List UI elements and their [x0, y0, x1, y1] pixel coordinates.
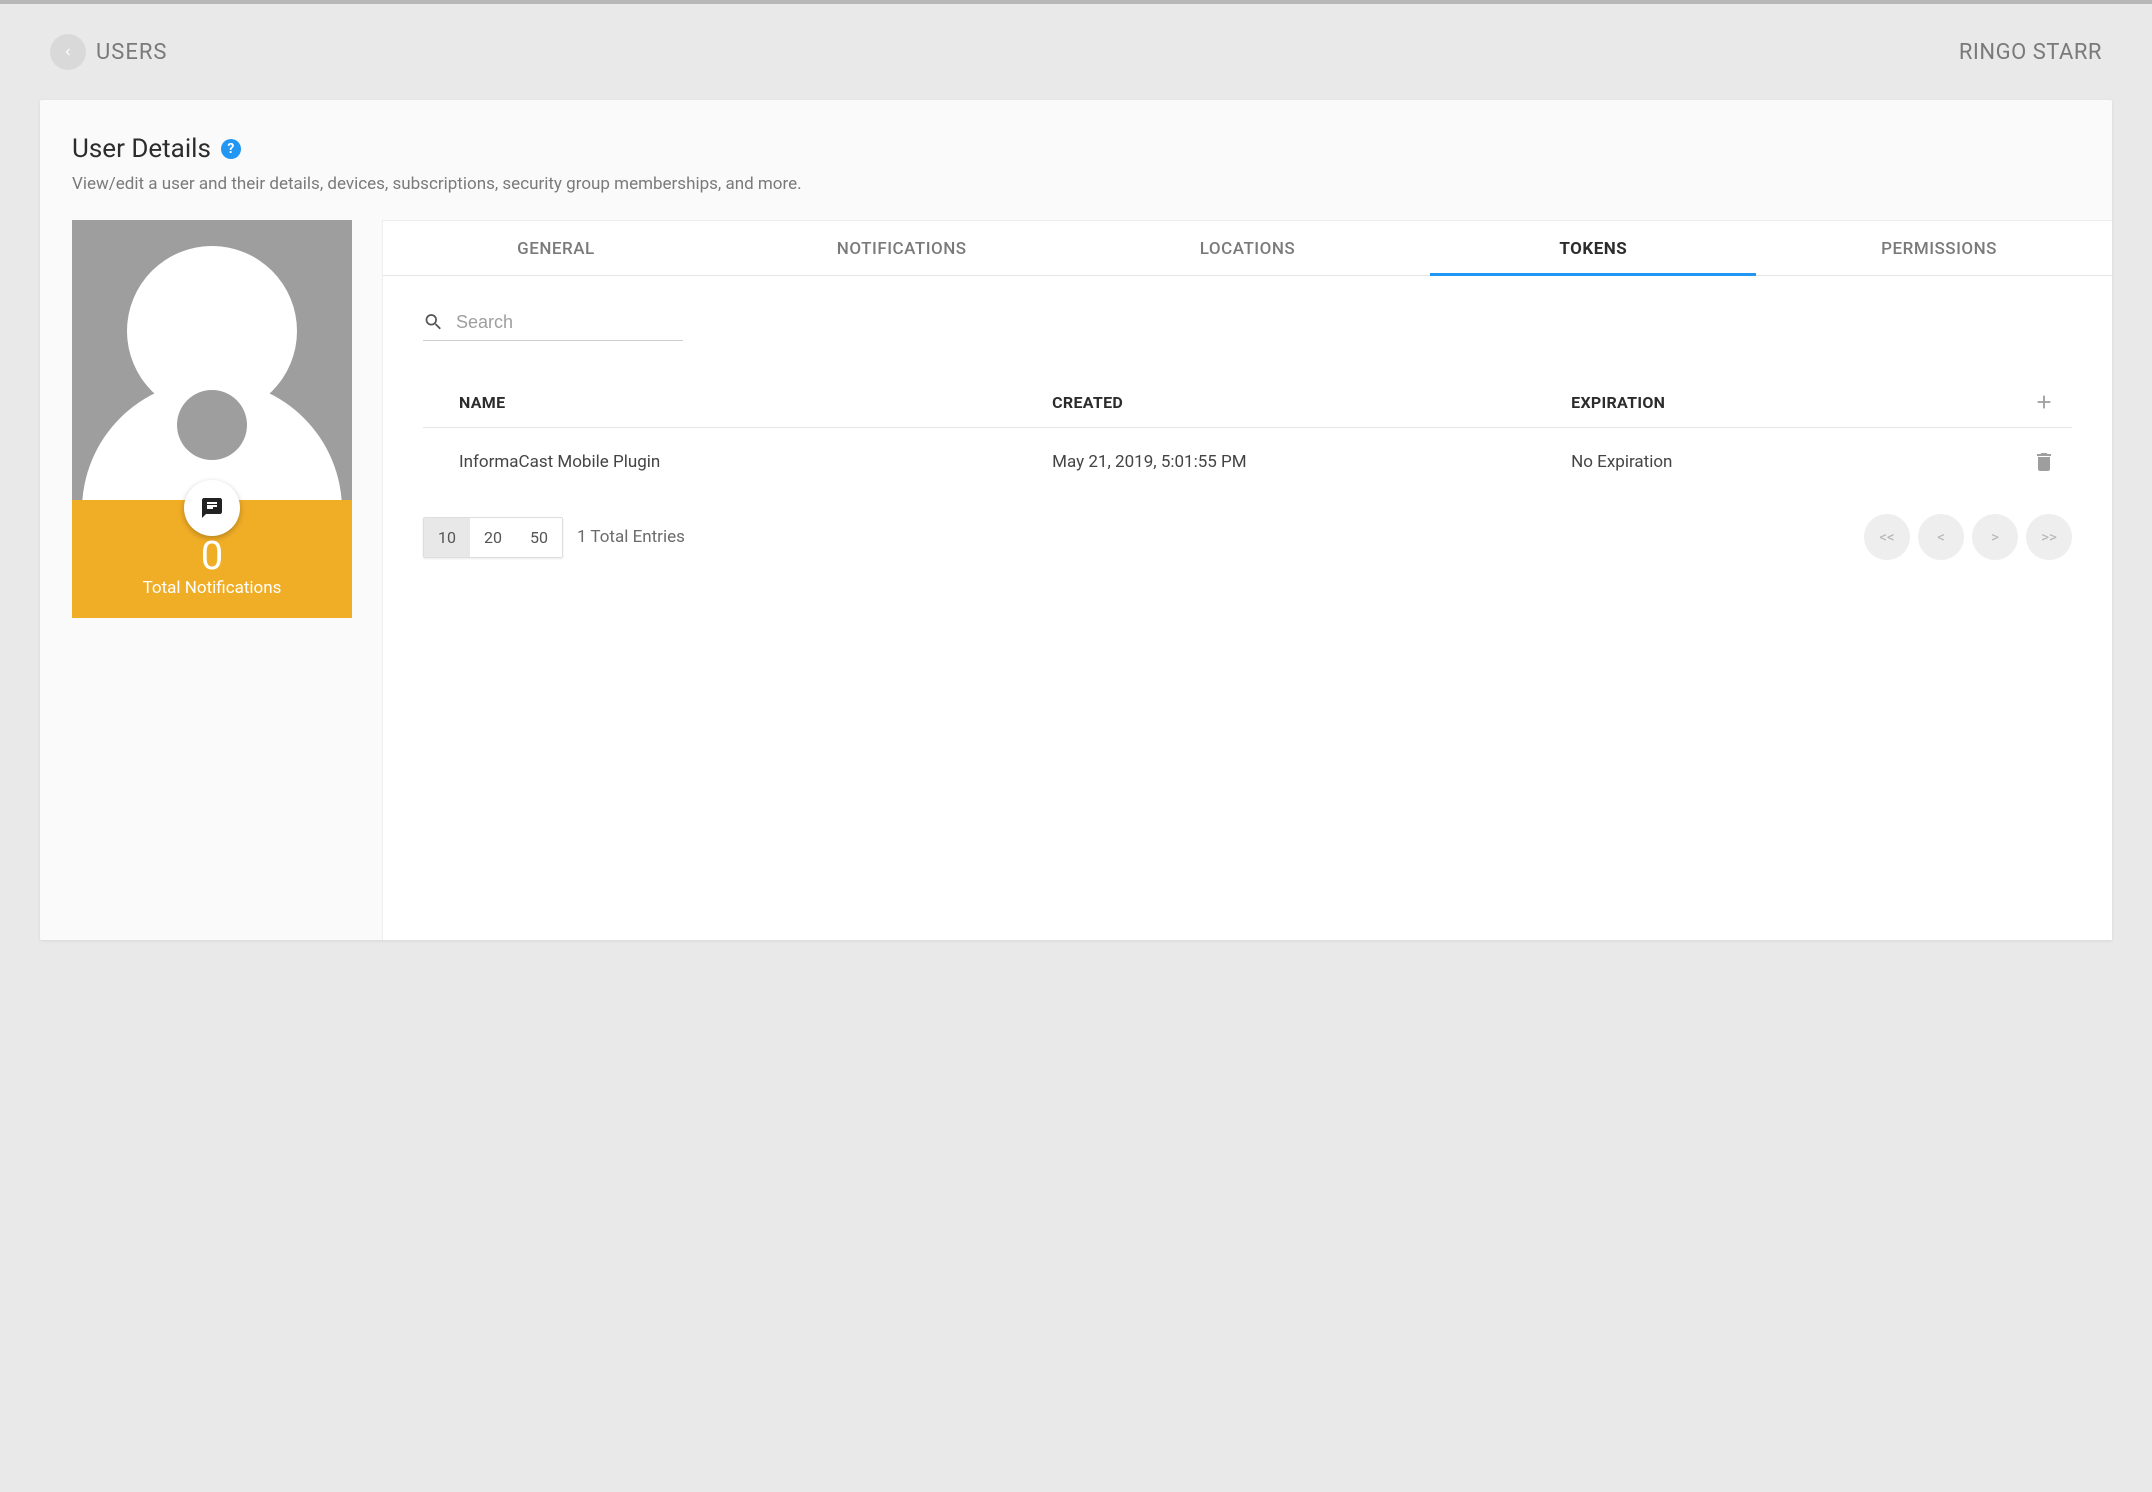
tabs: GENERAL NOTIFICATIONS LOCATIONS TOKENS P… — [383, 221, 2112, 276]
details-card: User Details ? View/edit a user and thei… — [40, 100, 2112, 940]
page-subtitle: View/edit a user and their details, devi… — [72, 174, 2080, 194]
pager: << < > >> — [1864, 514, 2072, 560]
page-size-10[interactable]: 10 — [424, 518, 470, 557]
tab-tokens[interactable]: TOKENS — [1420, 221, 1766, 275]
search-icon — [423, 310, 444, 334]
help-icon[interactable]: ? — [221, 139, 241, 159]
search-input[interactable] — [456, 312, 683, 333]
pager-first[interactable]: << — [1864, 514, 1910, 560]
tab-permissions[interactable]: PERMISSIONS — [1766, 221, 2112, 275]
topbar: USERS RINGO STARR — [40, 34, 2112, 70]
table-footer: 10 20 50 1 Total Entries << < > >> — [423, 514, 2072, 560]
page-size-selector: 10 20 50 — [423, 517, 563, 558]
tab-general[interactable]: GENERAL — [383, 221, 729, 275]
table-row: InformaCast Mobile Plugin May 21, 2019, … — [423, 428, 2072, 496]
tab-locations[interactable]: LOCATIONS — [1075, 221, 1421, 275]
total-entries: 1 Total Entries — [577, 527, 685, 547]
col-expiration[interactable]: EXPIRATION — [1571, 393, 2016, 412]
col-name[interactable]: NAME — [459, 393, 1052, 412]
cell-created: May 21, 2019, 5:01:55 PM — [1052, 452, 1571, 472]
add-token-button[interactable] — [2033, 391, 2055, 413]
messages-badge[interactable] — [184, 480, 240, 536]
search-field[interactable] — [423, 310, 683, 341]
table-header: NAME CREATED EXPIRATION — [423, 377, 2072, 428]
avatar — [72, 220, 352, 500]
tab-body: NAME CREATED EXPIRATION InformaCast Mobi… — [383, 276, 2112, 600]
notifications-label: Total Notifications — [82, 578, 342, 598]
notifications-count: 0 — [82, 536, 342, 576]
delete-token-button[interactable] — [2032, 450, 2056, 474]
col-created[interactable]: CREATED — [1052, 393, 1571, 412]
card-header: User Details ? View/edit a user and thei… — [40, 134, 2112, 220]
chat-icon — [200, 496, 224, 520]
profile-sidecard: 0 Total Notifications — [72, 220, 352, 618]
cell-name: InformaCast Mobile Plugin — [459, 452, 1052, 472]
pager-next[interactable]: > — [1972, 514, 2018, 560]
page-size-50[interactable]: 50 — [516, 518, 562, 557]
main-panel: GENERAL NOTIFICATIONS LOCATIONS TOKENS P… — [382, 220, 2112, 940]
tokens-table: NAME CREATED EXPIRATION InformaCast Mobi… — [423, 377, 2072, 496]
back-button[interactable] — [50, 34, 86, 70]
breadcrumb-label[interactable]: USERS — [96, 40, 167, 65]
breadcrumb: USERS — [50, 34, 167, 70]
page-size-20[interactable]: 20 — [470, 518, 516, 557]
tab-notifications[interactable]: NOTIFICATIONS — [729, 221, 1075, 275]
pager-prev[interactable]: < — [1918, 514, 1964, 560]
current-user-name: RINGO STARR — [1959, 40, 2102, 65]
chevron-left-icon — [61, 45, 75, 59]
page-title: User Details — [72, 134, 211, 164]
pager-last[interactable]: >> — [2026, 514, 2072, 560]
cell-expiration: No Expiration — [1571, 452, 2016, 472]
